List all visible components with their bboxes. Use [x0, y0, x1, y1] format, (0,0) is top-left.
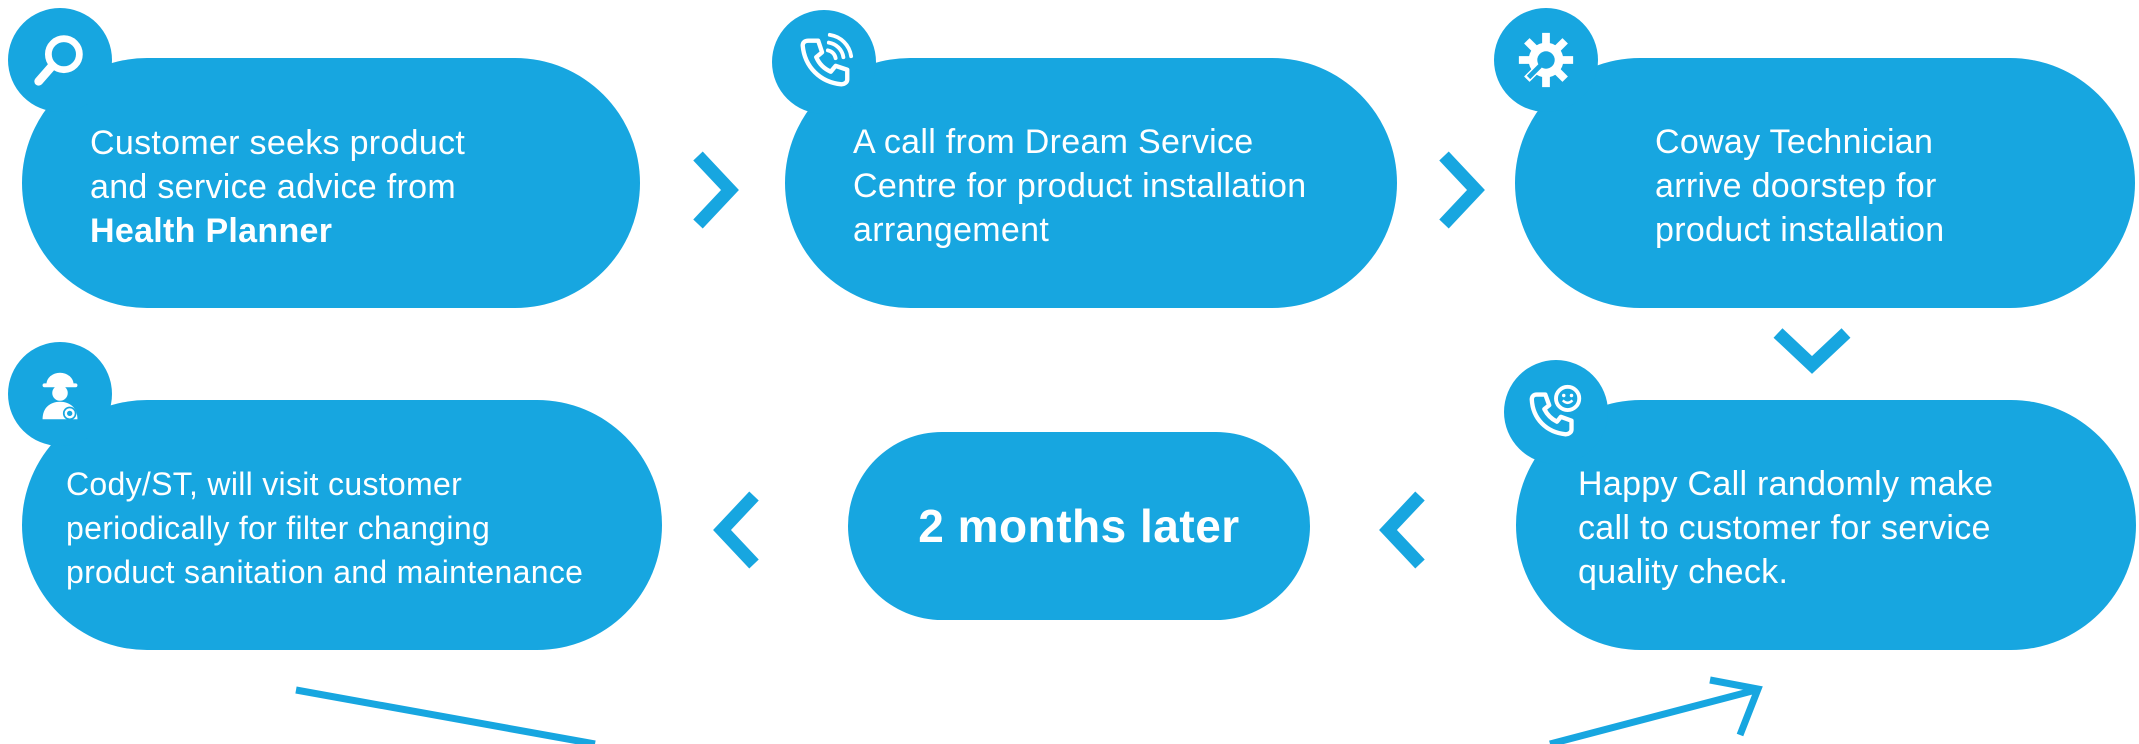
return-arrow	[295, 676, 1763, 744]
